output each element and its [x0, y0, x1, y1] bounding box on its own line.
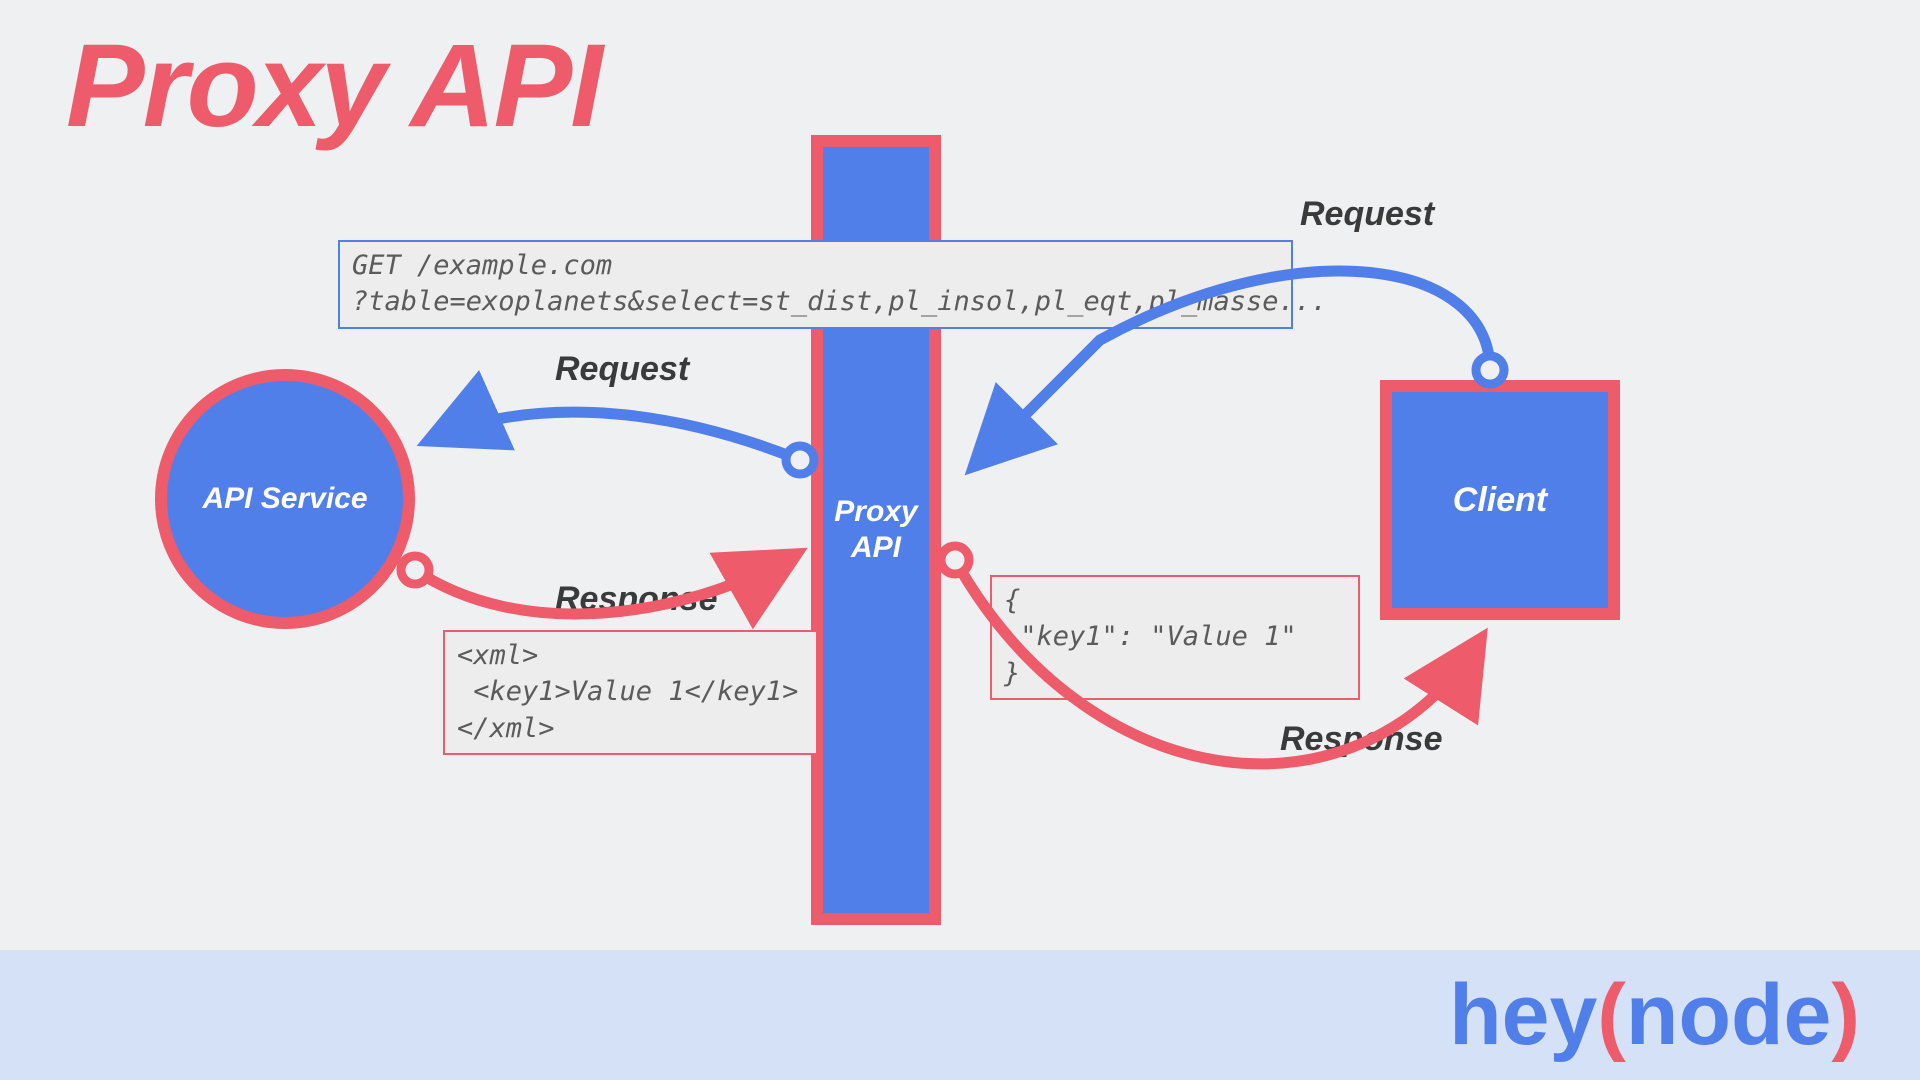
footer-bar: hey(node)	[0, 950, 1920, 1080]
label-request-left: Request	[555, 350, 689, 389]
node-proxy-api-label: Proxy API	[834, 494, 917, 566]
node-api-service-label: API Service	[202, 482, 367, 516]
brand-open-paren: (	[1597, 967, 1626, 1063]
code-http-request: GET /example.com ?table=exoplanets&selec…	[338, 240, 1293, 329]
code-json-response: { "key1": "Value 1" }	[990, 575, 1360, 700]
brand-mid: node	[1626, 967, 1831, 1063]
diagram-canvas: Proxy API API Service Proxy API Client G…	[0, 0, 1920, 1080]
label-request-right: Request	[1300, 195, 1434, 234]
brand-prefix: hey	[1449, 967, 1597, 1063]
brand-logo: hey(node)	[1449, 966, 1860, 1065]
label-response-left: Response	[555, 580, 718, 619]
page-title: Proxy API	[66, 18, 601, 154]
node-client-label: Client	[1453, 481, 1547, 520]
label-response-right: Response	[1280, 720, 1443, 759]
brand-close-paren: )	[1831, 967, 1860, 1063]
node-api-service: API Service	[155, 369, 415, 629]
code-xml-response: <xml> <key1>Value 1</key1> </xml>	[443, 630, 818, 755]
node-client: Client	[1380, 380, 1620, 620]
